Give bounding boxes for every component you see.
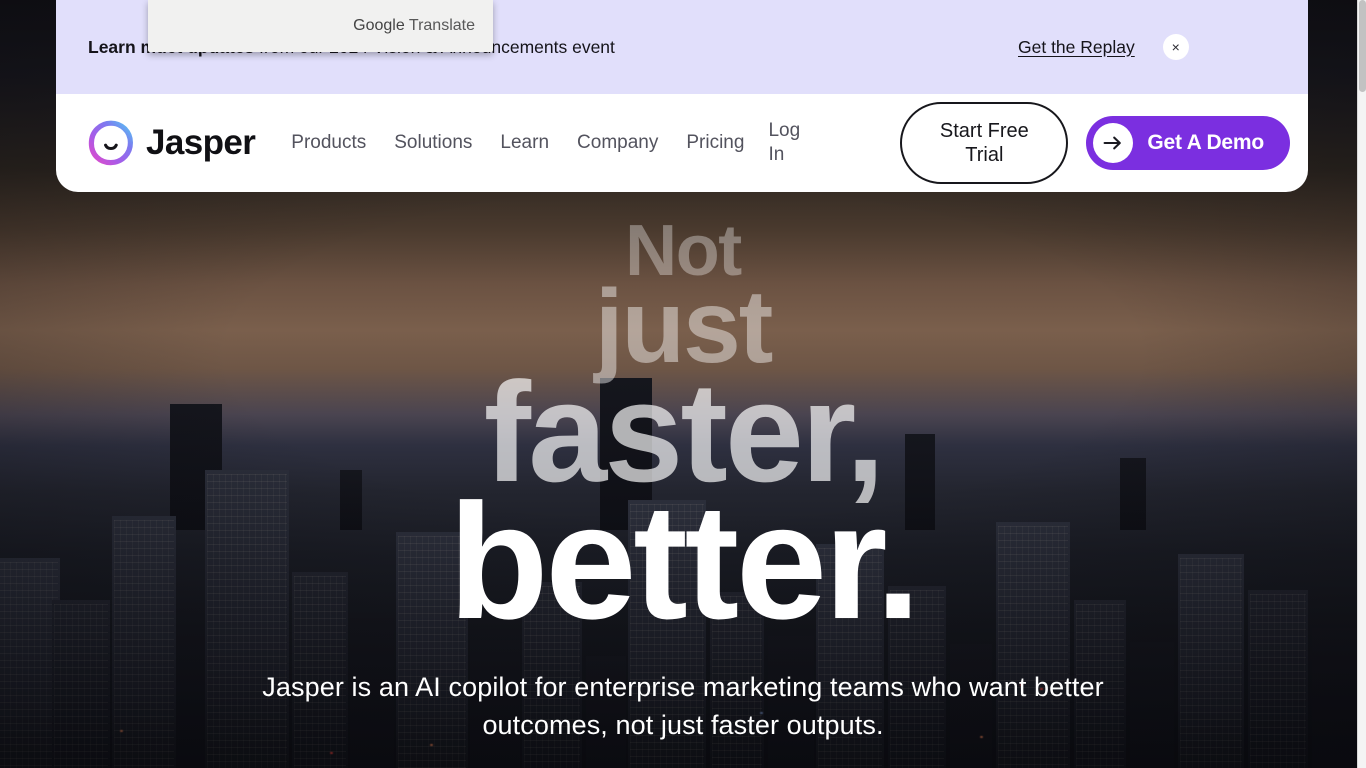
- start-free-trial-button[interactable]: Start Free Trial: [900, 102, 1069, 184]
- brand-logo[interactable]: Jasper: [88, 120, 256, 166]
- get-a-demo-label: Get A Demo: [1147, 131, 1264, 154]
- google-translate-brand: Google: [353, 17, 405, 34]
- brand-name: Jasper: [146, 123, 256, 162]
- page-scrollbar[interactable]: [1357, 0, 1366, 768]
- nav-item-pricing[interactable]: Pricing: [672, 131, 758, 155]
- get-the-replay-link[interactable]: Get the Replay: [1018, 37, 1135, 58]
- google-translate-popup[interactable]: Google Translate: [148, 0, 493, 52]
- nav-item-log-in[interactable]: Log In: [758, 119, 800, 167]
- scrollbar-thumb[interactable]: [1359, 0, 1366, 92]
- hero-subtitle: Jasper is an AI copilot for enterprise m…: [262, 672, 1104, 741]
- page-root: Not just faster, better. Jasper is an AI…: [0, 0, 1366, 768]
- announcement-text-lead: Learn m: [88, 36, 157, 57]
- get-a-demo-button[interactable]: Get A Demo: [1086, 116, 1290, 170]
- nav-item-learn[interactable]: Learn: [486, 131, 563, 155]
- nav-item-products[interactable]: Products: [277, 131, 380, 155]
- nav-item-company[interactable]: Company: [563, 131, 672, 155]
- nav-item-solutions[interactable]: Solutions: [380, 131, 486, 155]
- jasper-logo-icon: [88, 120, 134, 166]
- google-translate-word: Translate: [408, 17, 475, 34]
- close-icon[interactable]: ×: [1162, 34, 1189, 60]
- main-navigation: Jasper Products Solutions Learn Company …: [56, 94, 1308, 192]
- nav-actions: Start Free Trial Get A Demo: [900, 102, 1290, 184]
- google-translate-label: Google Translate: [353, 17, 475, 35]
- arrow-right-icon: [1093, 123, 1134, 163]
- nav-links: Products Solutions Learn Company Pricing…: [277, 119, 800, 167]
